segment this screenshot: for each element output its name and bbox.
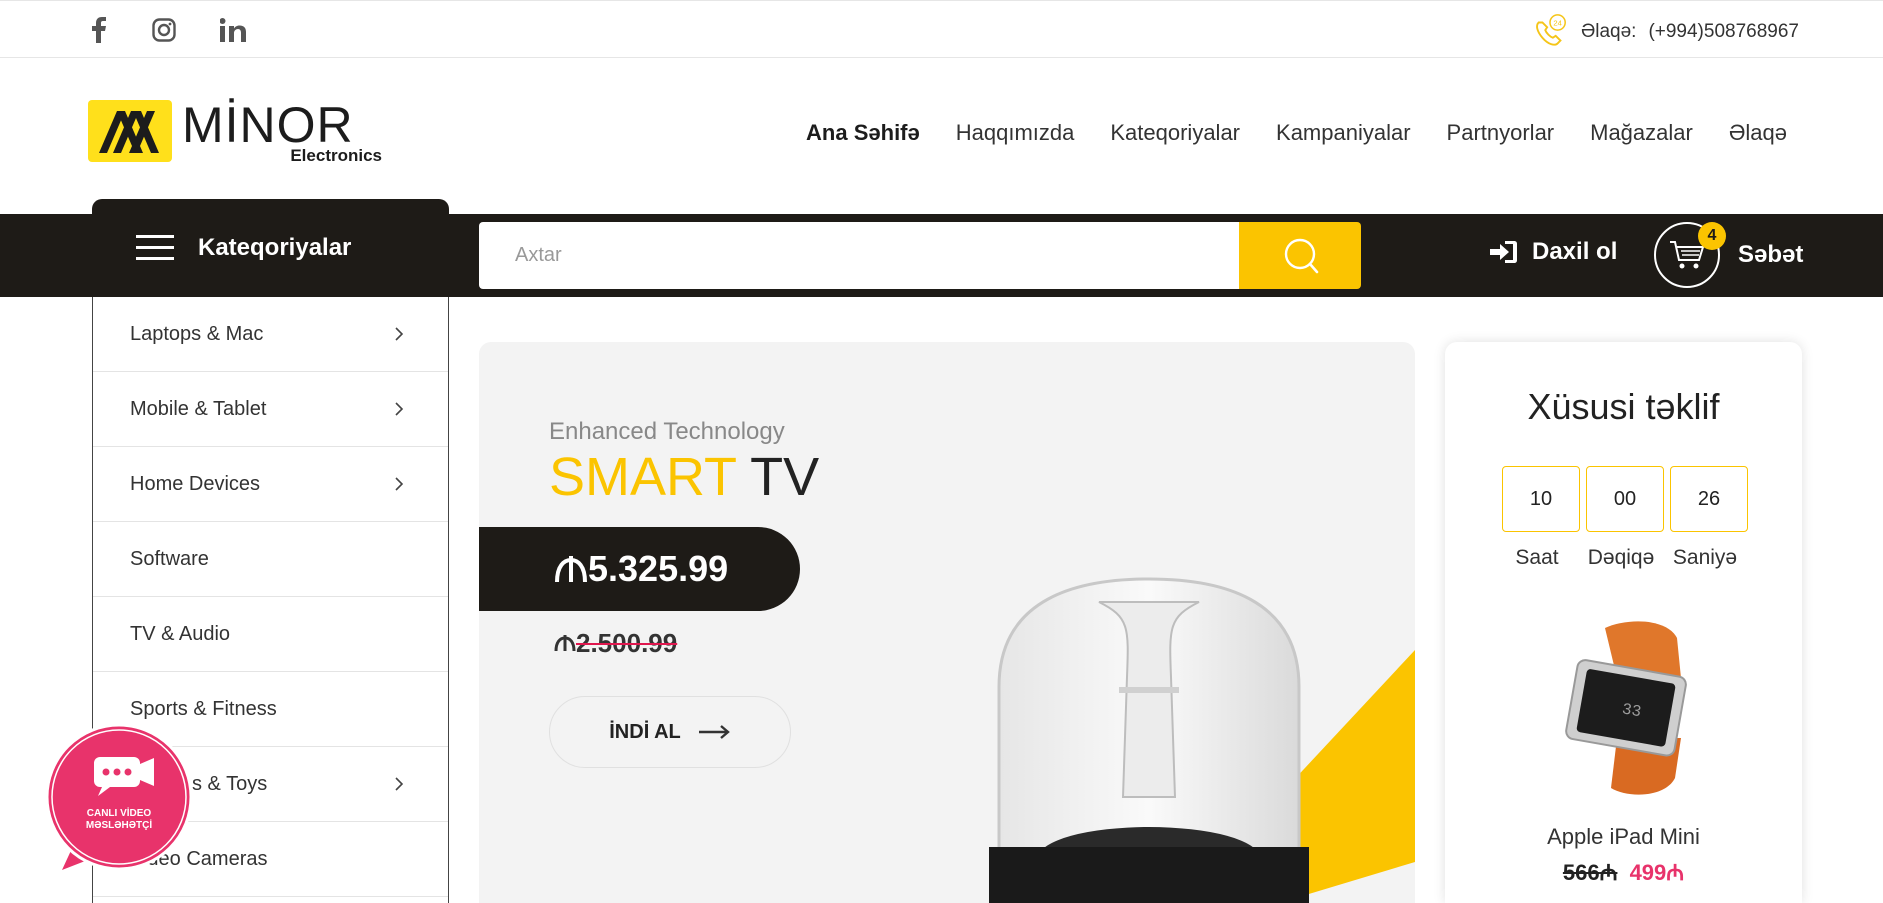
offer-product-prices: 566₼ 499₼ xyxy=(1445,857,1802,887)
logo-name: MİNOR xyxy=(182,97,354,153)
manat-icon xyxy=(555,556,587,583)
timer-hours: 10 xyxy=(1502,466,1580,532)
nav-campaigns[interactable]: Kampaniyalar xyxy=(1276,120,1411,146)
chevron-right-icon xyxy=(395,327,404,341)
main-nav: Ana Səhifə Haqqımızda Kateqoriyalar Kamp… xyxy=(806,120,1787,146)
hero-price: 5.325.99 xyxy=(479,527,800,611)
login-label: Daxil ol xyxy=(1532,238,1618,265)
sidebar-item-home-devices[interactable]: Home Devices xyxy=(93,447,448,522)
logo-subtitle: Electronics xyxy=(290,146,382,165)
offer-product-name[interactable]: Apple iPad Mini xyxy=(1445,824,1802,850)
hero-price-value: 5.325.99 xyxy=(588,548,729,589)
sidebar-item-label: Home Devices xyxy=(130,472,261,495)
video-consultant-button[interactable] xyxy=(44,722,194,872)
sidebar-item-label: Mobile & Tablet xyxy=(130,397,267,420)
nav-contact[interactable]: Əlaqə xyxy=(1729,120,1787,146)
svg-text:24: 24 xyxy=(1553,18,1561,27)
timer-seconds-label: Saniyə xyxy=(1672,546,1738,569)
timer-minutes: 00 xyxy=(1586,466,1664,532)
nav-categories[interactable]: Kateqoriyalar xyxy=(1110,120,1240,146)
special-offer-title: Xüsusi təklif xyxy=(1527,386,1720,427)
nav-home[interactable]: Ana Səhifə xyxy=(806,120,920,146)
phone-24-icon: 24 xyxy=(1536,14,1566,46)
search-button[interactable] xyxy=(1239,222,1361,289)
sidebar-item-label: TV & Audio xyxy=(130,622,231,645)
special-offer-card: Xüsusi təklif 10 00 26 Saat Dəqiqə Saniy… xyxy=(1445,342,1802,903)
cart-label: Səbət xyxy=(1738,241,1804,268)
chevron-right-icon xyxy=(395,777,404,791)
logo-mark-icon xyxy=(88,100,172,162)
timer-minutes-label: Dəqiqə xyxy=(1587,546,1655,569)
instagram-icon[interactable] xyxy=(149,15,179,45)
video-consultant-label: CANLI VİDEO MƏSLƏHƏTÇİ xyxy=(85,808,153,831)
offer-new-price: 499₼ xyxy=(1629,860,1685,885)
sidebar-item-software[interactable]: Software xyxy=(93,522,448,597)
chevron-right-icon xyxy=(395,402,404,416)
sidebar-item-laptops[interactable]: Laptops & Mac xyxy=(93,297,448,372)
chevron-right-icon xyxy=(395,477,404,491)
hero-subtitle: Enhanced Technology xyxy=(549,418,785,445)
sidebar-item-label: Laptops & Mac xyxy=(130,322,264,345)
hamburger-icon xyxy=(136,235,174,260)
sidebar-item-label: Software xyxy=(130,547,209,570)
offer-old-price: 566₼ xyxy=(1562,860,1618,885)
timer-hours-label: Saat xyxy=(1515,546,1559,569)
linkedin-icon[interactable] xyxy=(218,15,248,45)
buy-now-label: İNDİ AL xyxy=(609,720,681,743)
login-button[interactable]: Daxil ol xyxy=(1490,238,1617,266)
buy-now-button[interactable]: İNDİ AL xyxy=(549,696,791,768)
manat-icon xyxy=(554,635,576,652)
hero-title-highlight: SMART xyxy=(549,447,737,507)
contact-phone[interactable]: (+994)508768967 xyxy=(1648,21,1799,43)
hero-banner: Enhanced Technology SMART TV 5.325.99 2.… xyxy=(479,342,1415,903)
hero-old-price-value: 2.500.99 xyxy=(576,628,678,658)
sidebar-item-tv-audio[interactable]: TV & Audio xyxy=(93,597,448,672)
sidebar-item-label: Sports & Fitness xyxy=(130,697,277,720)
svg-text:33: 33 xyxy=(1621,700,1643,721)
watch-product-image[interactable]: 33 xyxy=(1557,618,1697,798)
timer-seconds: 26 xyxy=(1670,466,1748,532)
categories-toggle[interactable]: Kateqoriyalar xyxy=(92,199,449,297)
contact-label: Əlaqə: xyxy=(1580,21,1637,42)
nav-partners[interactable]: Partnyorlar xyxy=(1447,120,1555,146)
hero-old-price: 2.500.99 xyxy=(554,628,677,659)
contact-info: 24 Əlaqə: (+994)508768967 xyxy=(1531,13,1799,51)
top-bar: 24 Əlaqə: (+994)508768967 xyxy=(0,0,1883,58)
site-logo[interactable]: MİNOR Electronics xyxy=(88,100,382,170)
search-bar xyxy=(479,222,1361,289)
hero-title-rest: TV xyxy=(750,447,820,507)
sign-in-icon xyxy=(1490,241,1517,263)
arrow-right-icon xyxy=(698,725,730,739)
speaker-product-image xyxy=(989,577,1309,903)
cart-count-badge: 4 xyxy=(1698,222,1726,250)
sidebar-item-mobile[interactable]: Mobile & Tablet xyxy=(93,372,448,447)
categories-label: Kateqoriyalar xyxy=(198,234,352,261)
hero-title: SMART TV xyxy=(549,447,820,507)
search-icon xyxy=(1284,238,1319,273)
cart-button[interactable]: 4 Səbət xyxy=(1654,222,1803,288)
search-input[interactable] xyxy=(479,222,1239,289)
nav-stores[interactable]: Mağazalar xyxy=(1590,120,1693,146)
facebook-icon[interactable] xyxy=(84,15,114,45)
nav-about[interactable]: Haqqımızda xyxy=(956,120,1075,146)
